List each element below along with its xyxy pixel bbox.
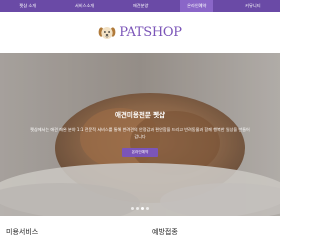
hero-description: 펫샵에서는 애견 애완 분야 1:1 전문적 서비스를 통해 반려견의 안정감과… <box>30 127 250 139</box>
top-navigation: 펫샵 소개 서비스소개 애견분양 온라인예약 커뮤니티 <box>0 0 280 12</box>
dog-face-icon <box>98 26 116 39</box>
nav-item-community[interactable]: 커뮤니티 <box>238 0 267 12</box>
logo-text: PATSHOP <box>119 25 182 40</box>
online-booking-button[interactable]: 온라인예약 <box>122 148 158 157</box>
nav-item-about[interactable]: 펫샵 소개 <box>12 0 43 12</box>
nav-item-services[interactable]: 서비스소개 <box>68 0 101 12</box>
hero-title: 애견미용전문 펫샵 <box>114 111 166 119</box>
slider-pagination <box>0 207 280 210</box>
slider-dot-4[interactable] <box>146 207 149 210</box>
logo[interactable]: PATSHOP <box>0 12 280 53</box>
section-title-grooming: 미용서비스 <box>6 228 39 236</box>
slider-dot-3[interactable] <box>141 207 144 210</box>
nav-item-adoption[interactable]: 애견분양 <box>126 0 155 12</box>
section-title-vaccination: 예방접종 <box>152 228 178 236</box>
hero-banner: 애견미용전문 펫샵 펫샵에서는 애견 애완 분야 1:1 전문적 서비스를 통해… <box>0 53 280 216</box>
nav-item-online-booking[interactable]: 온라인예약 <box>180 0 214 12</box>
slider-dot-2[interactable] <box>136 207 139 210</box>
slider-dot-1[interactable] <box>131 207 134 210</box>
